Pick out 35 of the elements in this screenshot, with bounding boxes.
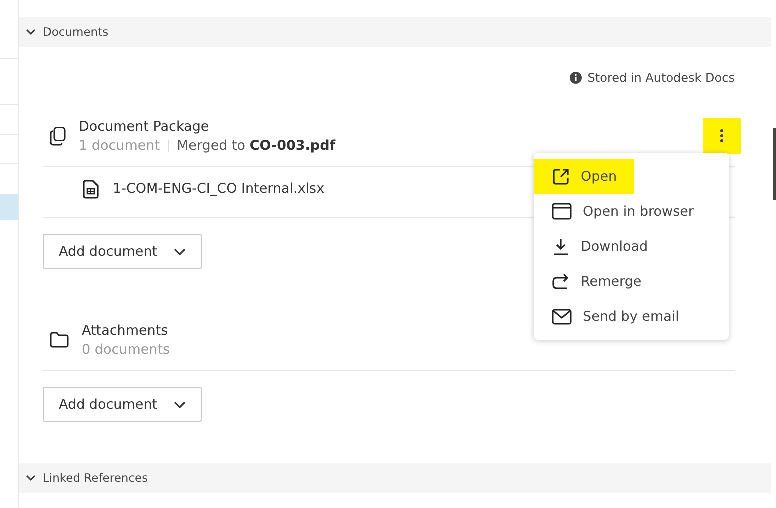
menu-item[interactable]: Remerge (534, 264, 729, 299)
copy-icon (50, 126, 66, 146)
section-header[interactable]: Documents (19, 17, 771, 47)
menu-item[interactable]: Open in browser (534, 194, 729, 229)
scrollbar[interactable] (773, 128, 776, 200)
document-count: 0 documents (82, 342, 170, 358)
section-header[interactable]: Linked References (19, 463, 771, 493)
browser-window-icon (552, 203, 572, 220)
section-title: Linked References (43, 471, 148, 485)
info-icon (570, 72, 582, 84)
folder-icon (50, 332, 69, 348)
chevron-down-icon (174, 400, 186, 408)
file-name[interactable]: 1-COM-ENG-CI_CO Internal.xlsx (113, 181, 325, 197)
more-button[interactable] (703, 118, 741, 154)
document-count: 1 document (79, 138, 160, 154)
group-title: Attachments (82, 322, 170, 338)
chevron-down-icon (26, 28, 36, 36)
group-title: Document Package (79, 118, 210, 134)
envelope-icon (552, 308, 572, 324)
external-link-icon (552, 168, 570, 186)
spreadsheet-file-icon (83, 180, 99, 198)
redo-arrow-icon (552, 273, 570, 290)
chevron-down-icon (174, 248, 186, 256)
section-title: Documents (43, 25, 109, 39)
add-document-button[interactable]: Add document (43, 387, 202, 422)
menu-item[interactable]: Send by email (534, 299, 729, 334)
storage-note: Stored in Autodesk Docs (588, 71, 735, 85)
download-icon (552, 238, 570, 256)
add-document-button[interactable]: Add document (43, 234, 202, 269)
menu-item[interactable]: Open (534, 159, 634, 194)
menu-item[interactable]: Download (534, 229, 729, 264)
more-vertical-icon (720, 129, 724, 143)
merged-file-text: Merged to CO-003.pdf (177, 138, 336, 154)
selected-sidebar-row[interactable] (0, 194, 18, 220)
chevron-down-icon (26, 474, 36, 482)
